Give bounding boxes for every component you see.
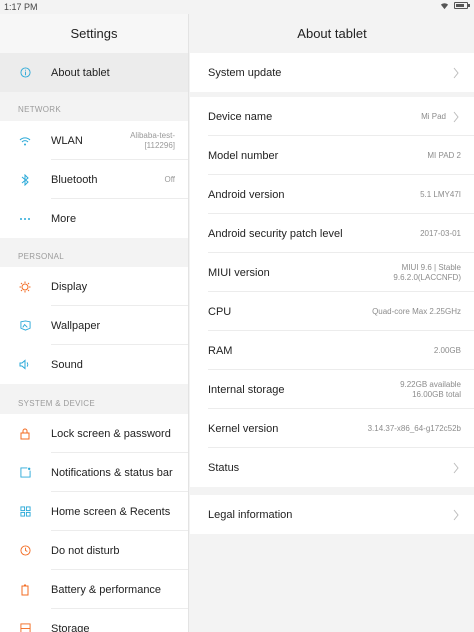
- ram-label: RAM: [208, 344, 233, 357]
- storage-icon: [19, 623, 31, 632]
- chevron-right-icon: [452, 509, 460, 521]
- device-name-label: Device name: [208, 110, 273, 123]
- section-personal: PERSONAL: [18, 252, 64, 261]
- sidebar-item-label: Storage: [51, 622, 90, 632]
- kernel-version-value: 3.14.37-x86_64-g172c52b: [367, 423, 461, 433]
- kernel-version-label: Kernel version: [208, 422, 279, 435]
- sidebar-item-notifications[interactable]: Notifications & status bar: [0, 453, 188, 492]
- wlan-network-name: Alibaba-test- [112296]: [130, 130, 175, 150]
- sidebar-item-label: Wallpaper: [51, 319, 101, 332]
- ram-row: RAM 2.00GB: [190, 331, 474, 370]
- sidebar-item-label: More: [51, 212, 77, 225]
- model-number-value: MI PAD 2: [427, 150, 461, 160]
- section-system-device: SYSTEM & DEVICE: [18, 399, 95, 408]
- wifi-icon: [19, 135, 31, 147]
- cpu-value: Quad-core Max 2.25GHz: [372, 306, 461, 316]
- sidebar-item-label: Bluetooth: [51, 173, 98, 186]
- settings-title: Settings: [70, 25, 118, 41]
- cpu-label: CPU: [208, 305, 232, 318]
- home-screen-icon: [19, 506, 31, 518]
- bluetooth-icon: [19, 173, 31, 186]
- more-dots-icon: [19, 213, 31, 225]
- chevron-right-icon: [452, 111, 460, 123]
- status-row[interactable]: Status: [190, 448, 474, 487]
- sidebar-item-label: About tablet: [51, 66, 110, 79]
- lock-icon: [19, 428, 31, 440]
- chevron-right-icon: [452, 67, 460, 79]
- wifi-icon: [440, 1, 449, 10]
- sidebar-item-label: Sound: [51, 358, 83, 371]
- android-version-row[interactable]: Android version 5.1 LMY47I: [190, 175, 474, 214]
- sidebar-item-storage[interactable]: Storage: [0, 609, 188, 632]
- miui-version-label: MIUI version: [208, 266, 270, 279]
- device-name-value: Mi Pad: [421, 111, 446, 121]
- sidebar-item-label: WLAN: [51, 134, 83, 147]
- sidebar-item-label: Display: [51, 280, 88, 293]
- notification-icon: [19, 467, 31, 479]
- do-not-disturb-icon: [19, 545, 31, 557]
- system-update-label: System update: [208, 66, 282, 79]
- status-icons: [440, 1, 470, 10]
- sidebar-item-battery[interactable]: Battery & performance: [0, 570, 188, 609]
- battery-icon: [454, 2, 470, 9]
- android-version-label: Android version: [208, 188, 285, 201]
- sidebar-item-bluetooth[interactable]: Bluetooth Off: [0, 160, 188, 199]
- bluetooth-status: Off: [164, 174, 175, 184]
- section-network: NETWORK: [18, 105, 61, 114]
- chevron-right-icon: [452, 462, 460, 474]
- sidebar-item-about-tablet[interactable]: About tablet: [0, 53, 188, 92]
- status-time: 1:17 PM: [4, 2, 38, 12]
- model-number-label: Model number: [208, 149, 279, 162]
- sidebar-item-more[interactable]: More: [0, 199, 188, 238]
- internal-storage-row: Internal storage 9.22GB available 16.00G…: [190, 370, 474, 409]
- speaker-icon: [19, 359, 31, 371]
- sidebar-item-do-not-disturb[interactable]: Do not disturb: [0, 531, 188, 570]
- legal-information-label: Legal information: [208, 508, 293, 521]
- sidebar-item-home-screen[interactable]: Home screen & Recents: [0, 492, 188, 531]
- sidebar-item-lock-screen[interactable]: Lock screen & password: [0, 414, 188, 453]
- info-icon: [19, 67, 31, 79]
- security-patch-label: Android security patch level: [208, 227, 343, 240]
- settings-sidebar: Settings About tablet NETWORK WLAN Aliba…: [0, 14, 189, 632]
- internal-storage-value: 9.22GB available 16.00GB total: [400, 379, 461, 399]
- miui-version-value: MIUI 9.6 | Stable 9.6.2.0(LACCNFD): [393, 262, 461, 282]
- device-name-row[interactable]: Device name Mi Pad: [190, 97, 474, 136]
- android-version-value: 5.1 LMY47I: [420, 189, 461, 199]
- wallpaper-icon: [19, 320, 31, 332]
- legal-information-row[interactable]: Legal information: [190, 495, 474, 534]
- ram-value: 2.00GB: [433, 345, 461, 355]
- sidebar-item-wlan[interactable]: WLAN Alibaba-test- [112296]: [0, 121, 188, 160]
- sidebar-item-wallpaper[interactable]: Wallpaper: [0, 306, 188, 345]
- about-tablet-panel: About tablet System update Device name M…: [190, 14, 474, 632]
- sidebar-item-label: Notifications & status bar: [51, 466, 173, 479]
- sidebar-item-label: Lock screen & password: [51, 427, 171, 440]
- security-patch-row: Android security patch level 2017-03-01: [190, 214, 474, 253]
- status-label: Status: [208, 461, 240, 474]
- miui-version-row[interactable]: MIUI version MIUI 9.6 | Stable 9.6.2.0(L…: [190, 253, 474, 292]
- cpu-row: CPU Quad-core Max 2.25GHz: [190, 292, 474, 331]
- kernel-version-row: Kernel version 3.14.37-x86_64-g172c52b: [190, 409, 474, 448]
- model-number-row: Model number MI PAD 2: [190, 136, 474, 175]
- about-tablet-title: About tablet: [297, 25, 367, 41]
- sidebar-item-label: Do not disturb: [51, 544, 120, 557]
- display-icon: [19, 281, 31, 293]
- system-update-row[interactable]: System update: [190, 53, 474, 92]
- security-patch-value: 2017-03-01: [420, 228, 461, 238]
- sidebar-item-label: Home screen & Recents: [51, 505, 171, 518]
- sidebar-item-display[interactable]: Display: [0, 267, 188, 306]
- internal-storage-label: Internal storage: [208, 383, 285, 396]
- status-bar: 1:17 PM: [0, 0, 474, 14]
- sidebar-item-sound[interactable]: Sound: [0, 345, 188, 384]
- sidebar-item-label: Battery & performance: [51, 583, 162, 596]
- battery-icon: [19, 584, 31, 596]
